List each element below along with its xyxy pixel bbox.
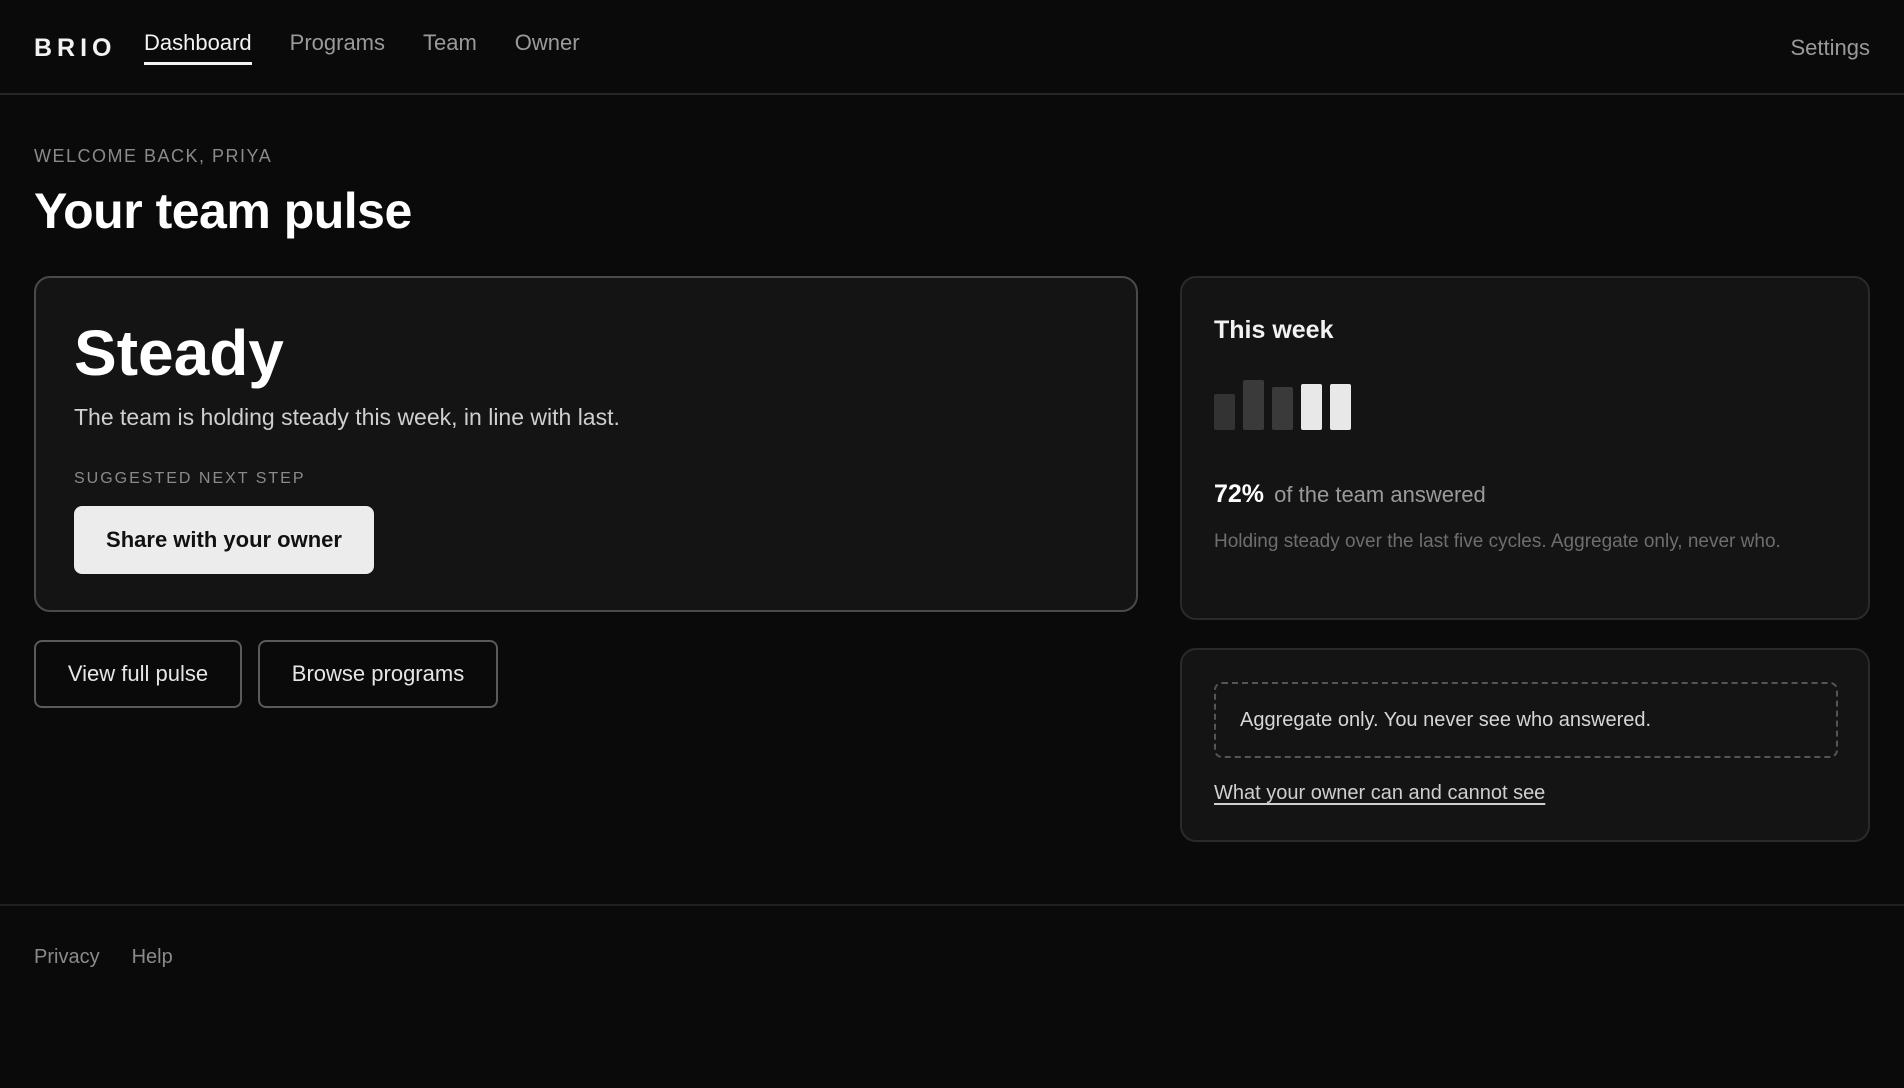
welcome-eyebrow: WELCOME BACK, PRIYA	[34, 146, 273, 166]
view-full-pulse-button[interactable]: View full pulse	[34, 640, 242, 708]
page-title: Your team pulse	[34, 183, 412, 239]
participation-bar-4	[1301, 384, 1322, 430]
participation-percent: 72%	[1214, 480, 1265, 508]
next-step-label: SUGGESTED NEXT STEP	[74, 470, 306, 487]
nav-dashboard[interactable]: Dashboard	[144, 30, 252, 65]
owner-visibility-link[interactable]: What your owner can and cannot see	[1214, 782, 1545, 805]
participation-bar-chart	[1214, 370, 1414, 430]
nav-programs[interactable]: Programs	[290, 30, 385, 65]
privacy-notice: Aggregate only. You never see who answer…	[1240, 709, 1652, 731]
pulse-description: The team is holding steady this week, in…	[74, 404, 620, 430]
participation-suffix: of the team answered	[1274, 482, 1486, 507]
pulse-status-card: Steady The team is holding steady this w…	[34, 276, 1138, 612]
footer-privacy-link[interactable]: Privacy	[34, 946, 100, 969]
settings-link[interactable]: Settings	[1791, 35, 1871, 61]
nav-team[interactable]: Team	[423, 30, 477, 65]
participation-bar-1	[1214, 394, 1235, 430]
brand-logo[interactable]: BRIO	[34, 34, 117, 63]
pulse-status: Steady	[74, 317, 284, 389]
this-week-title: This week	[1214, 316, 1334, 344]
footer-links: Privacy Help	[34, 946, 205, 969]
participation-bar-3	[1272, 387, 1293, 430]
this-week-card: This week 72% of the team answered Holdi…	[1180, 276, 1870, 620]
this-week-note: Holding steady over the last five cycles…	[1214, 531, 1781, 552]
privacy-notice-box: Aggregate only. You never see who answer…	[1214, 682, 1838, 758]
privacy-card: Aggregate only. You never see who answer…	[1180, 648, 1870, 842]
participation-bar-5	[1330, 384, 1351, 430]
nav-owner[interactable]: Owner	[515, 30, 580, 65]
footer-help-link[interactable]: Help	[132, 946, 173, 969]
browse-programs-button[interactable]: Browse programs	[258, 640, 498, 708]
nav-links: Dashboard Programs Team Owner	[144, 30, 618, 65]
participation-bar-2	[1243, 380, 1264, 430]
footer: Privacy Help	[0, 904, 1904, 1088]
top-nav: BRIO Dashboard Programs Team Owner Setti…	[0, 0, 1904, 95]
participation-summary: 72% of the team answered	[1214, 480, 1486, 509]
share-with-owner-button[interactable]: Share with your owner	[74, 506, 374, 574]
